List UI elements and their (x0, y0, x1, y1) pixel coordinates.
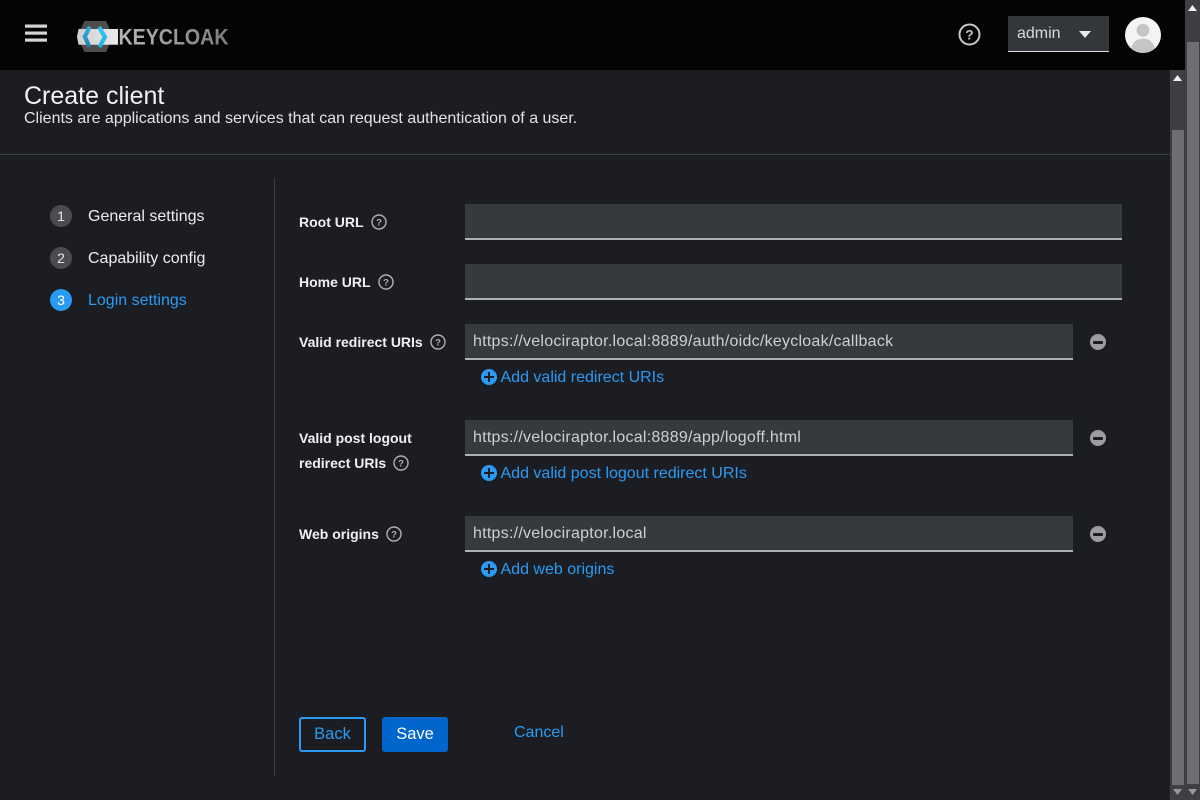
svg-text:?: ? (383, 278, 389, 289)
svg-text:?: ? (398, 459, 404, 470)
svg-text:?: ? (965, 28, 973, 43)
svg-text:?: ? (391, 530, 397, 541)
svg-text:KEYCLOAK: KEYCLOAK (119, 24, 229, 49)
svg-text:?: ? (435, 338, 441, 349)
svg-text:?: ? (376, 218, 382, 229)
